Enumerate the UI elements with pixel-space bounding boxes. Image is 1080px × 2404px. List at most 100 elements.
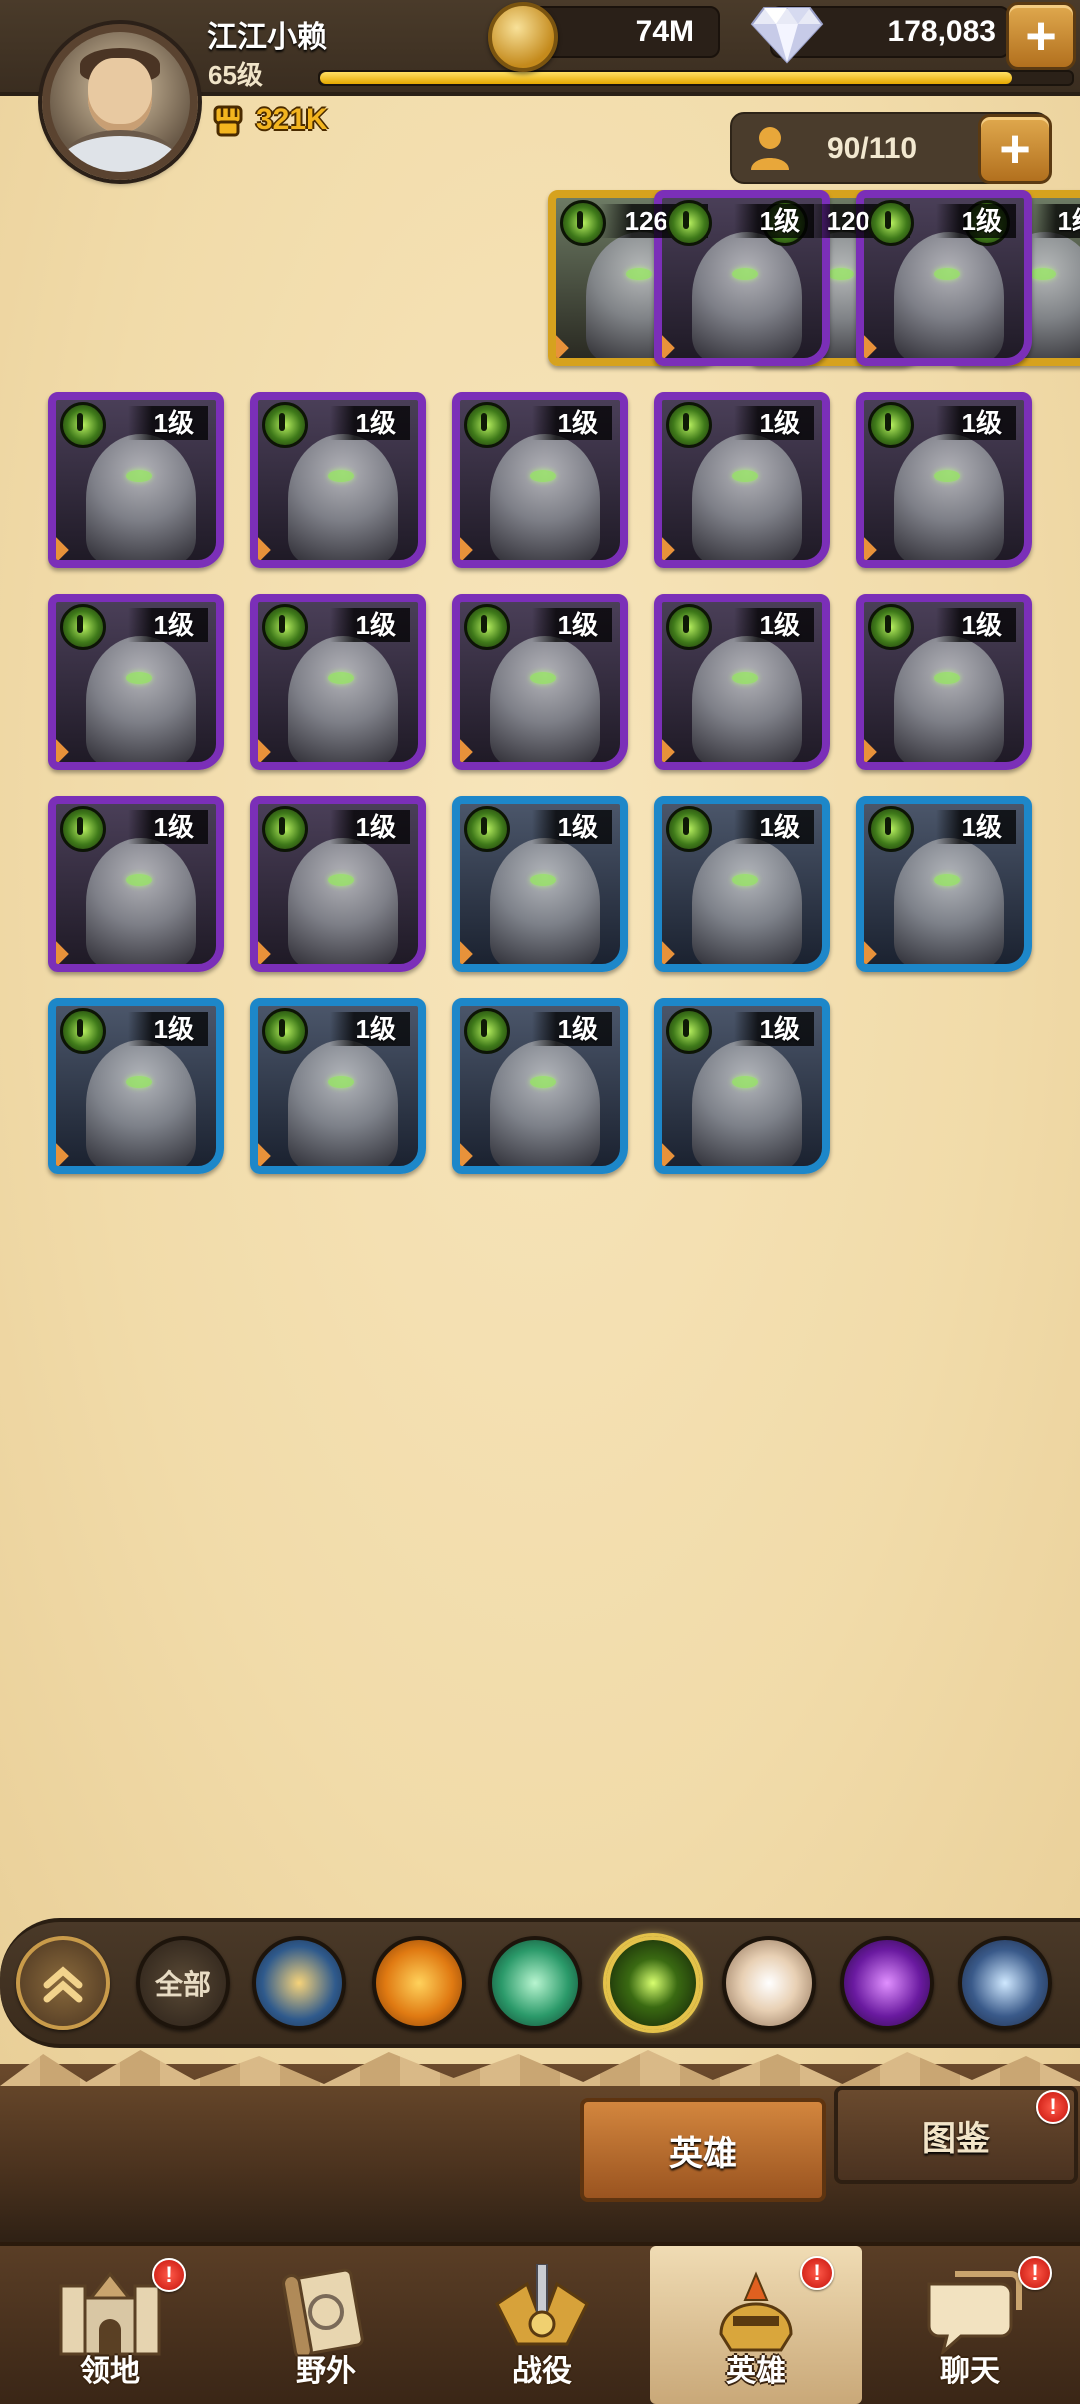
graveborn-faction-icon: [868, 402, 914, 448]
hero-card[interactable]: 1级: [452, 998, 628, 1174]
hero-portrait: [894, 434, 1004, 560]
hero-card[interactable]: 1级: [856, 594, 1032, 770]
hero-card[interactable]: 1级: [48, 392, 224, 568]
nav-wild-label: 野外: [296, 2355, 356, 2388]
hero-level: 1级: [1031, 204, 1080, 238]
hero-card[interactable]: 1级: [250, 392, 426, 568]
hero-card[interactable]: 1级: [48, 998, 224, 1174]
rarity-gem-icon: [864, 939, 877, 964]
rarity-gem-icon: [662, 737, 675, 762]
hero-eye-glow: [934, 874, 960, 886]
hero-card[interactable]: 1级: [654, 594, 830, 770]
nav-wild[interactable]: 野外: [226, 2246, 426, 2404]
rarity-gem-icon: [864, 333, 877, 358]
hero-card[interactable]: 1级: [856, 190, 1032, 366]
celestial-faction-icon[interactable]: [722, 1936, 816, 2030]
rarity-gem-icon: [460, 737, 473, 762]
mauler-faction-icon[interactable]: [372, 1936, 466, 2030]
rarity-gem-icon: [258, 1141, 271, 1166]
hypogean-faction-icon[interactable]: [840, 1936, 934, 2030]
hero-portrait: [692, 838, 802, 964]
hero-eye-glow: [530, 874, 556, 886]
graveborn-faction-icon: [262, 604, 308, 650]
graveborn-faction-icon: [666, 402, 712, 448]
lightbearer-faction-icon[interactable]: [252, 1936, 346, 2030]
hero-card[interactable]: 1级: [654, 392, 830, 568]
hero-eye-glow: [126, 874, 152, 886]
hero-level: 1级: [733, 204, 814, 238]
hero-card[interactable]: 1级: [654, 190, 830, 366]
hero-eye-glow: [328, 1076, 354, 1088]
double-chevron-up-icon: [43, 1966, 83, 2003]
hero-level: 1级: [531, 608, 612, 642]
rarity-gem-icon: [460, 535, 473, 560]
buy-gems-button[interactable]: +: [1006, 2, 1076, 70]
rarity-gem-icon: [662, 535, 675, 560]
hero-card[interactable]: 1级: [48, 796, 224, 972]
dimensional-faction-icon[interactable]: [958, 1936, 1052, 2030]
hero-eye-glow: [126, 672, 152, 684]
graveborn-faction-icon: [464, 806, 510, 852]
hero-portrait: [86, 1040, 196, 1166]
hero-level: 1级: [733, 406, 814, 440]
graveborn-faction-icon: [666, 806, 712, 852]
filter-all-button[interactable]: 全部: [136, 1936, 230, 2030]
hero-eye-glow: [328, 874, 354, 886]
graveborn-faction-icon: [868, 200, 914, 246]
graveborn-faction-icon: [464, 604, 510, 650]
graveborn-faction-icon: [464, 402, 510, 448]
hero-level: 1级: [329, 1012, 410, 1046]
graveborn-faction-icon: [868, 604, 914, 650]
rarity-gem-icon: [258, 737, 271, 762]
graveborn-faction-icon: [464, 1008, 510, 1054]
hero-level: 1级: [531, 1012, 612, 1046]
hero-level: 1级: [329, 810, 410, 844]
hero-card[interactable]: 1级: [654, 796, 830, 972]
hero-card[interactable]: 1级: [856, 796, 1032, 972]
hero-level: 1级: [531, 406, 612, 440]
player-name: 江江小赖: [207, 21, 327, 54]
tab-heroes[interactable]: 英雄: [580, 2098, 826, 2202]
hero-eye-glow: [934, 470, 960, 482]
hero-portrait: [490, 838, 600, 964]
expand-roster-button[interactable]: +: [978, 114, 1052, 184]
hero-card[interactable]: 1级: [452, 594, 628, 770]
hero-card[interactable]: 1级: [452, 796, 628, 972]
chat-alert-badge: !: [1018, 2256, 1052, 2290]
graveborn-faction-icon: [60, 806, 106, 852]
nav-heroes-label: 英雄: [726, 2355, 786, 2388]
player-avatar[interactable]: [42, 24, 198, 180]
nav-chat-label: 聊天: [940, 2355, 1000, 2388]
hero-level: 1级: [935, 608, 1016, 642]
hero-level: 1级: [127, 1012, 208, 1046]
rarity-gem-icon: [258, 939, 271, 964]
roster-count: 90/110: [827, 132, 918, 165]
rarity-gem-icon: [56, 939, 69, 964]
hero-eye-glow: [934, 672, 960, 684]
graveborn-faction-icon: [666, 1008, 712, 1054]
gem-value: 178,083: [887, 15, 996, 48]
wilder-faction-icon[interactable]: [488, 1936, 582, 2030]
hero-eye-glow: [530, 470, 556, 482]
hero-card[interactable]: 1级: [856, 392, 1032, 568]
hero-portrait: [288, 434, 398, 560]
hero-eye-glow: [732, 1076, 758, 1088]
graveborn-faction-icon[interactable]: [606, 1936, 700, 2030]
hero-card[interactable]: 1级: [654, 998, 830, 1174]
hero-card[interactable]: 1级: [250, 594, 426, 770]
diamond-icon: [750, 2, 824, 66]
gold-coin-icon: [488, 2, 558, 72]
hero-eye-glow: [732, 268, 758, 280]
hero-level: 1级: [733, 810, 814, 844]
collapse-filter-button[interactable]: [16, 1936, 110, 2030]
hero-level: 1级: [329, 406, 410, 440]
nav-campaign[interactable]: 战役: [442, 2246, 642, 2404]
hero-card[interactable]: 1级: [452, 392, 628, 568]
hero-portrait: [692, 232, 802, 358]
hero-card[interactable]: 1级: [48, 594, 224, 770]
hero-eye-glow: [530, 1076, 556, 1088]
hero-card[interactable]: 1级: [250, 796, 426, 972]
hero-eye-glow: [530, 672, 556, 684]
hero-portrait: [86, 636, 196, 762]
hero-card[interactable]: 1级: [250, 998, 426, 1174]
